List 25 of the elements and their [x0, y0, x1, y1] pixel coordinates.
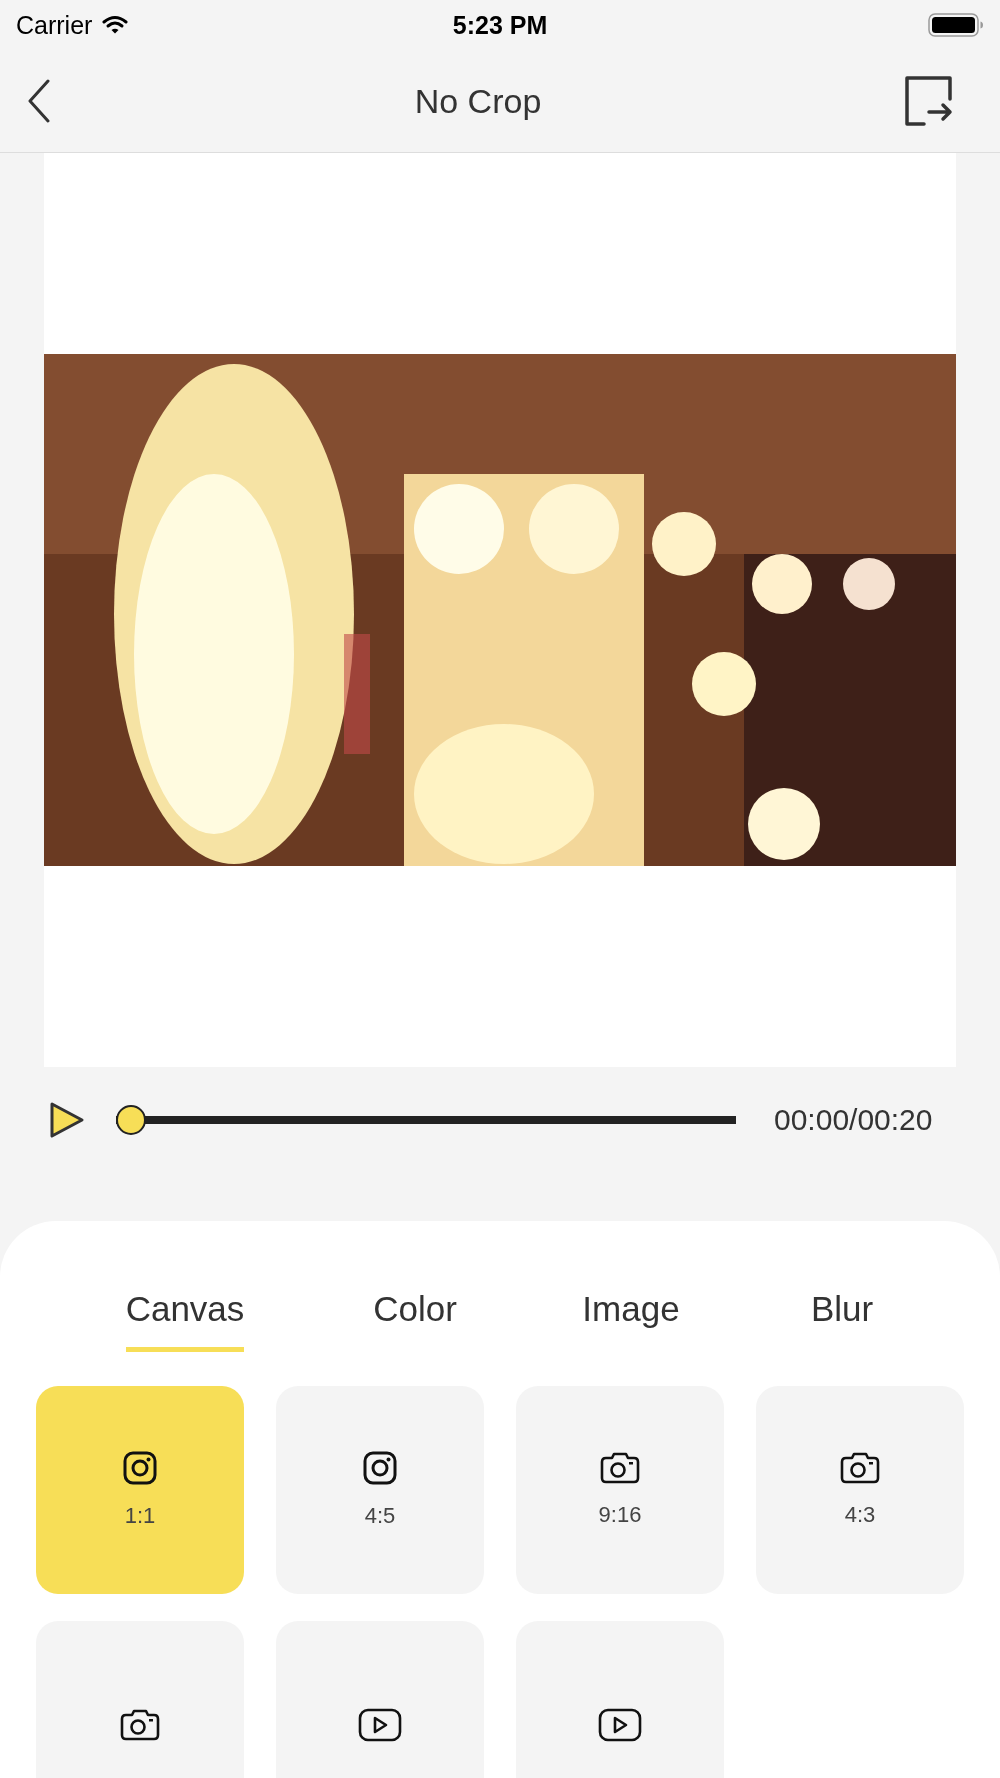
tab[interactable]: Color	[373, 1277, 457, 1352]
ratio-option[interactable]: 4:3	[756, 1386, 964, 1594]
back-button[interactable]	[26, 79, 52, 123]
time-label: 00:00/00:20	[774, 1103, 933, 1137]
camera-icon	[120, 1709, 160, 1741]
carrier-label: Carrier	[16, 10, 93, 40]
tab[interactable]: Canvas	[125, 1277, 245, 1352]
ratio-option[interactable]: 4:5	[276, 1386, 484, 1594]
screen-title: No Crop	[414, 81, 542, 121]
video-play-icon	[598, 1708, 642, 1742]
status-time: 5:23 PM	[452, 10, 548, 40]
tab[interactable]: Blur	[810, 1277, 874, 1352]
battery-icon	[928, 13, 984, 37]
export-button[interactable]	[904, 75, 954, 127]
video-play-icon	[358, 1708, 402, 1742]
wifi-icon	[102, 15, 129, 35]
slider-thumb[interactable]	[116, 1105, 146, 1135]
play-button[interactable]	[48, 1101, 86, 1139]
instagram-icon	[123, 1451, 157, 1485]
ratio-option[interactable]: 9:16	[516, 1386, 724, 1594]
camera-icon	[600, 1452, 640, 1484]
instagram-icon	[363, 1451, 397, 1485]
ratio-option[interactable]: 1:1	[36, 1386, 244, 1594]
camera-icon	[840, 1452, 880, 1484]
tab[interactable]: Image	[582, 1277, 680, 1352]
